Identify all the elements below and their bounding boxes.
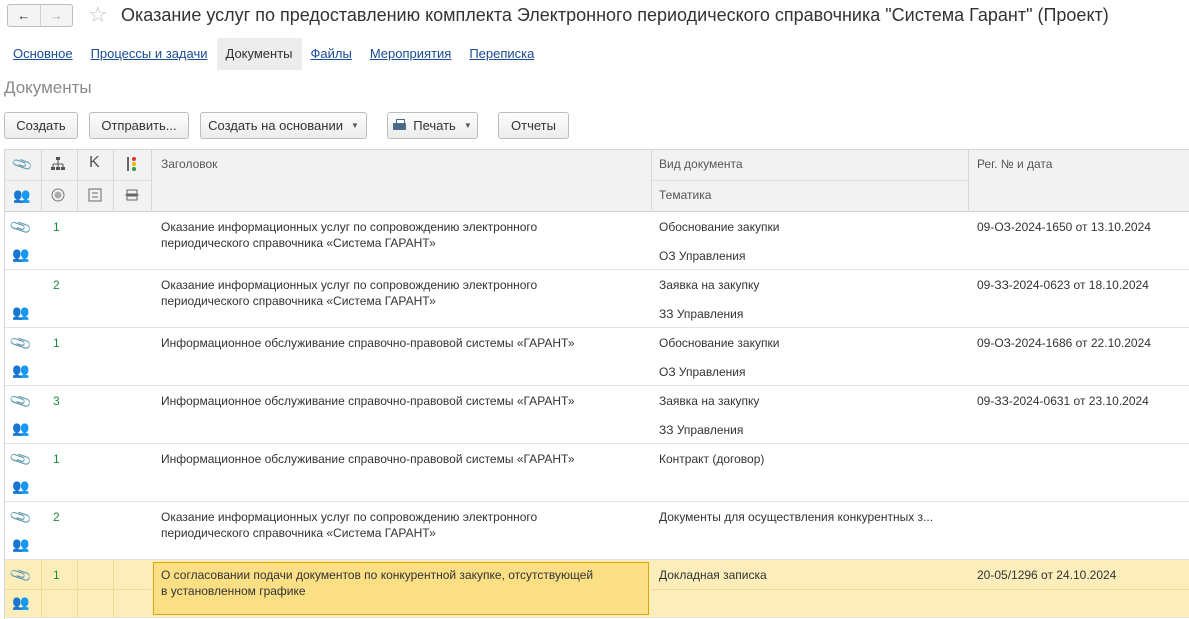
create-button[interactable]: Создать	[4, 112, 78, 139]
table-row[interactable]: 👥 2 Оказание информационных услуг по сопро…	[5, 270, 1189, 328]
row-number: 2	[53, 278, 60, 292]
row-reg: 20-05/1296 от 24.10.2024	[977, 568, 1117, 582]
page-title: Оказание услуг по предоставлению комплек…	[121, 5, 1109, 25]
topic-column-header[interactable]: Тематика	[659, 188, 711, 202]
print-button[interactable]: Печать ▼	[387, 112, 478, 139]
hierarchy-icon	[50, 156, 66, 172]
create-button-label: Создать	[16, 118, 66, 133]
table-row[interactable]: 📎 👥 1 О согласовании подачи документов по к…	[5, 560, 1189, 618]
row-doc-type: Контракт (договор)	[659, 452, 765, 466]
send-button[interactable]: Отправить...	[89, 112, 189, 139]
table-row[interactable]: 📎 👥 1 Оказание информационных услуг по сопр…	[5, 212, 1189, 270]
attachment-icon[interactable]: 📎	[9, 331, 34, 355]
people-icon[interactable]: 👥	[12, 478, 29, 494]
row-doc-type: Обоснование закупки	[659, 220, 780, 234]
row-reg: 09-ЗЗ-2024-0623 от 18.10.2024	[977, 278, 1149, 292]
navigation-buttons: ← →	[7, 4, 73, 27]
printer-icon	[393, 118, 407, 131]
arrow-left-icon[interactable]: ←	[8, 5, 41, 26]
tab-files[interactable]: Файлы	[302, 38, 361, 70]
row-number: 3	[53, 394, 60, 408]
tab-bar: Основное Процессы и задачи Документы Фай…	[4, 38, 543, 70]
chevron-down-icon: ▼	[463, 121, 472, 130]
title-column-header[interactable]: Заголовок	[161, 157, 217, 171]
row-doc-type: Докладная записка	[659, 568, 767, 582]
people-icon[interactable]: 👥	[12, 246, 29, 262]
row-reg: 09-ОЗ-2024-1650 от 13.10.2024	[977, 220, 1151, 234]
create-based-on-label: Создать на основании	[208, 118, 343, 133]
send-button-label: Отправить...	[101, 118, 177, 133]
row-topic: ЗЗ Управления	[659, 423, 744, 437]
row-title[interactable]: Оказание информационных услуг по сопрово…	[161, 277, 601, 309]
people-icon: 👥	[13, 186, 31, 203]
people-icon[interactable]: 👥	[12, 536, 29, 552]
tab-processes[interactable]: Процессы и задачи	[82, 38, 217, 70]
people-icon[interactable]: 👥	[12, 304, 29, 320]
row-title[interactable]: Информационное обслуживание справочно-пр…	[161, 451, 601, 467]
row-reg: 09-ЗЗ-2024-0631 от 23.10.2024	[977, 394, 1149, 408]
form-icon	[87, 187, 103, 203]
row-doc-type: Заявка на закупку	[659, 278, 760, 292]
row-topic: ЗЗ Управления	[659, 307, 744, 321]
doc-type-column-header[interactable]: Вид документа	[659, 157, 743, 171]
attachment-icon[interactable]: 📎	[9, 215, 34, 239]
row-reg: 09-ОЗ-2024-1686 от 22.10.2024	[977, 336, 1151, 350]
row-title[interactable]: Информационное обслуживание справочно-пр…	[161, 335, 601, 351]
tab-main[interactable]: Основное	[4, 38, 82, 70]
row-title[interactable]: Оказание информационных услуг по сопрово…	[161, 219, 601, 251]
tab-correspondence[interactable]: Переписка	[460, 38, 543, 70]
tab-events[interactable]: Мероприятия	[361, 38, 461, 70]
row-doc-type: Заявка на закупку	[659, 394, 760, 408]
row-number: 1	[53, 568, 60, 582]
section-title: Документы	[4, 78, 92, 97]
row-number: 1	[53, 220, 60, 234]
row-title[interactable]: Оказание информационных услуг по сопрово…	[161, 509, 601, 541]
table-header: 📎 K 👥 Заголовок Вид документа Тематика Р…	[5, 150, 1189, 212]
row-number: 1	[53, 452, 60, 466]
attachment-icon[interactable]: 📎	[9, 389, 34, 413]
stack-icon	[124, 187, 140, 203]
traffic-light-icon	[124, 156, 140, 172]
star-icon[interactable]: ☆	[88, 3, 108, 27]
row-topic: ОЗ Управления	[659, 249, 746, 263]
documents-table: 📎 K 👥 Заголовок Вид документа Тематика Р…	[4, 149, 1189, 619]
create-based-on-button[interactable]: Создать на основании ▼	[200, 112, 367, 139]
table-row[interactable]: 📎 👥 3 Информационное обслуживание справочно…	[5, 386, 1189, 444]
people-icon[interactable]: 👥	[12, 420, 29, 436]
reports-button-label: Отчеты	[511, 118, 556, 133]
reg-column-header[interactable]: Рег. № и дата	[977, 157, 1052, 171]
print-button-label: Печать	[413, 118, 456, 133]
row-doc-type: Обоснование закупки	[659, 336, 780, 350]
row-title[interactable]: Информационное обслуживание справочно-пр…	[161, 393, 601, 409]
table-row[interactable]: 📎 👥 2 Оказание информационных услуг по сопр…	[5, 502, 1189, 560]
attachment-icon[interactable]: 📎	[9, 447, 34, 471]
people-icon[interactable]: 👥	[12, 362, 29, 378]
people-icon[interactable]: 👥	[12, 594, 29, 610]
tab-documents[interactable]: Документы	[216, 38, 302, 70]
chevron-down-icon: ▼	[350, 121, 359, 130]
k-column-header: K	[89, 154, 100, 171]
title-bar: ← → ☆ Оказание услуг по предоставлению к…	[0, 0, 1189, 34]
reports-button[interactable]: Отчеты	[498, 112, 569, 139]
attachment-icon[interactable]: 📎	[9, 563, 34, 587]
table-row[interactable]: 📎 👥 1 Информационное обслуживание справочно…	[5, 444, 1189, 502]
target-icon	[50, 187, 66, 203]
row-topic: ОЗ Управления	[659, 365, 746, 379]
row-number: 2	[53, 510, 60, 524]
row-doc-type: Документы для осуществления конкурентных…	[659, 510, 934, 524]
attachment-icon[interactable]: 📎	[9, 505, 34, 529]
arrow-right-icon[interactable]: →	[41, 5, 73, 26]
row-number: 1	[53, 336, 60, 350]
row-title[interactable]: О согласовании подачи документов по конк…	[161, 567, 601, 599]
attachment-icon: 📎	[10, 152, 34, 175]
table-row[interactable]: 📎 👥 1 Информационное обслуживание справочно…	[5, 328, 1189, 386]
